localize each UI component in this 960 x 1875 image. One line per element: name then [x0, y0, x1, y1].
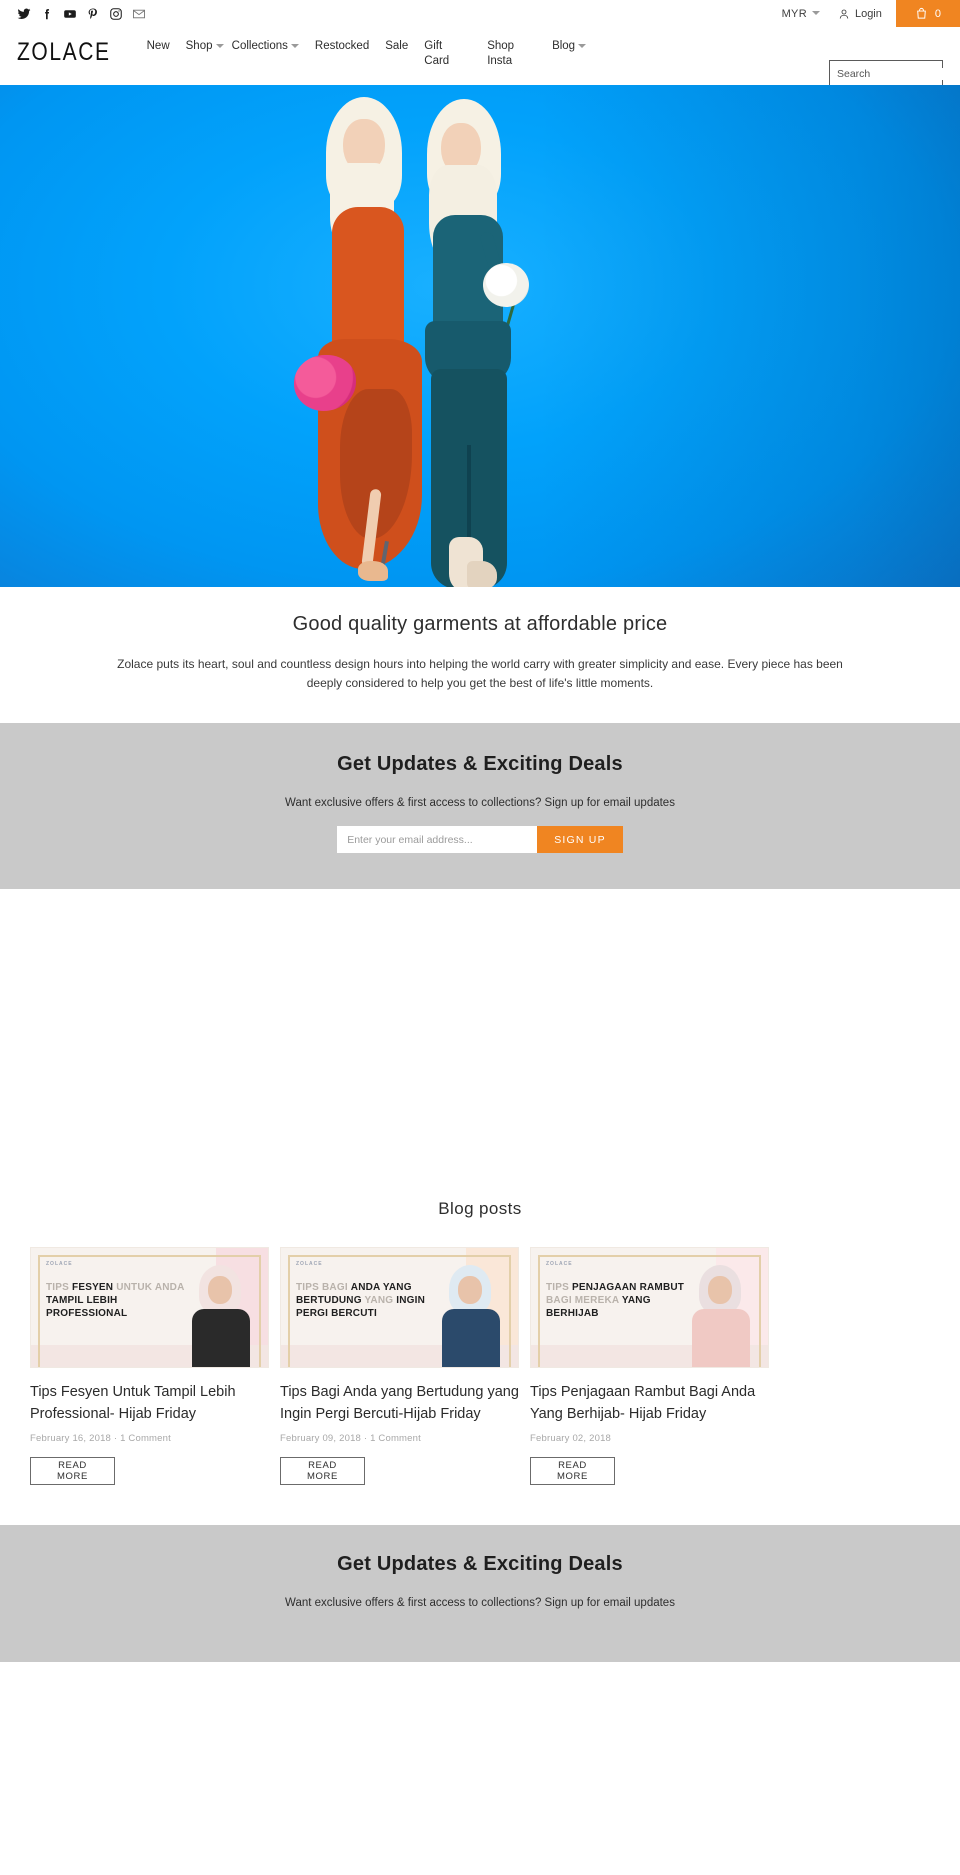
nav-label: Collections: [231, 40, 288, 52]
top-bar-right: MYR Login 0: [770, 0, 960, 27]
cart-count: 0: [934, 7, 941, 20]
search-box[interactable]: [829, 60, 960, 87]
nav-item-restocked[interactable]: Restocked: [307, 39, 377, 69]
newsletter-title: Get Updates & Exciting Deals: [337, 1553, 623, 1575]
currency-label: MYR: [781, 7, 807, 20]
blog-card[interactable]: ZOLACE TIPS PENJAGAAN RAMBUT BAGI MEREKA…: [530, 1247, 769, 1485]
content-gap: [0, 889, 960, 1181]
blog-grid: ZOLACE TIPS FESYEN UNTUK ANDA TAMPIL LEB…: [0, 1247, 960, 1485]
hero-banner[interactable]: [0, 85, 960, 587]
main-navigation: New Shop Collections Restocked Sale Gift…: [139, 39, 590, 69]
nav-label: Restocked: [314, 40, 370, 52]
site-header: ZOLACE New Shop Collections Restocked Sa…: [0, 27, 960, 87]
blog-card[interactable]: ZOLACE TIPS BAGI ANDA YANG BERTUDUNG YAN…: [280, 1247, 519, 1485]
blog-post-meta: February 16, 2018 · 1 Comment: [30, 1433, 171, 1444]
facebook-icon[interactable]: [40, 7, 54, 21]
face-shape: [458, 1276, 482, 1304]
read-more-button[interactable]: READ MORE: [280, 1457, 365, 1485]
blog-post-title[interactable]: Tips Penjagaan Rambut Bagi Anda Yang Ber…: [530, 1381, 769, 1425]
outfit-shape: [692, 1309, 750, 1367]
blog-thumbnail[interactable]: ZOLACE TIPS PENJAGAAN RAMBUT BAGI MEREKA…: [530, 1247, 769, 1368]
thumb-brand: ZOLACE: [296, 1261, 323, 1267]
nav-item-shop-insta[interactable]: Shop Insta: [479, 39, 522, 69]
blog-post-meta: February 02, 2018: [530, 1433, 612, 1444]
cart-button[interactable]: 0: [895, 0, 960, 27]
thumb-brand: ZOLACE: [46, 1261, 73, 1267]
nav-item-collections[interactable]: Collections: [224, 39, 307, 69]
nav-item-blog[interactable]: Blog: [544, 39, 590, 69]
outfit-shape: [192, 1309, 250, 1367]
thumb-headline: TIPS FESYEN UNTUK ANDA TAMPIL LEBIH PROF…: [46, 1282, 185, 1319]
white-bouquet: [483, 263, 529, 307]
user-icon: [839, 9, 849, 19]
newsletter-section-bottom: Get Updates & Exciting Deals Want exclus…: [0, 1525, 960, 1662]
outfit-shape: [442, 1309, 500, 1367]
chevron-down-icon: [578, 44, 587, 49]
blog-thumbnail[interactable]: ZOLACE TIPS BAGI ANDA YANG BERTUDUNG YAN…: [280, 1247, 519, 1368]
chevron-down-icon: [290, 44, 299, 49]
social-links: [0, 0, 146, 27]
nav-label: Blog: [552, 40, 576, 52]
newsletter-email-input[interactable]: [337, 826, 538, 853]
cart-icon: [917, 7, 926, 19]
newsletter-signup-button[interactable]: SIGN UP: [537, 826, 623, 853]
instagram-icon[interactable]: [109, 7, 123, 21]
face-shape: [208, 1276, 232, 1304]
tagline-section: Good quality garments at affordable pric…: [0, 587, 960, 723]
blog-post-meta: February 09, 2018 · 1 Comment: [280, 1433, 421, 1444]
blog-card[interactable]: ZOLACE TIPS FESYEN UNTUK ANDA TAMPIL LEB…: [30, 1247, 269, 1485]
boot-shape-secondary: [467, 561, 497, 587]
newsletter-title: Get Updates & Exciting Deals: [337, 753, 623, 775]
nav-item-shop[interactable]: Shop: [178, 39, 224, 69]
nav-item-gift-card[interactable]: Gift Card: [416, 39, 457, 69]
login-label: Login: [854, 7, 882, 20]
newsletter-form: SIGN UP: [0, 826, 960, 853]
hero-gradient-shadow: [537, 85, 960, 587]
nav-label: Sale: [385, 40, 409, 52]
tagline-title: Good quality garments at affordable pric…: [292, 613, 668, 635]
tagline-body: Zolace puts its heart, soul and countles…: [117, 657, 843, 690]
pinterest-icon[interactable]: [86, 7, 100, 21]
hero-model-teal: [405, 95, 545, 587]
read-more-button[interactable]: READ MORE: [30, 1457, 115, 1485]
twitter-icon[interactable]: [17, 7, 31, 21]
thumb-brand: ZOLACE: [546, 1261, 573, 1267]
blog-post-title[interactable]: Tips Bagi Anda yang Bertudung yang Ingin…: [280, 1381, 519, 1425]
nav-item-sale[interactable]: Sale: [377, 39, 416, 69]
search-input[interactable]: [837, 67, 960, 80]
youtube-icon[interactable]: [63, 7, 77, 21]
currency-selector[interactable]: MYR: [770, 0, 832, 27]
newsletter-section-top: Get Updates & Exciting Deals Want exclus…: [0, 723, 960, 889]
login-link[interactable]: Login: [832, 0, 896, 27]
nav-label: Shop: [185, 40, 213, 52]
newsletter-subtitle: Want exclusive offers & first access to …: [285, 1597, 675, 1609]
nav-label: Shop Insta: [487, 40, 515, 67]
blog-post-title[interactable]: Tips Fesyen Untuk Tampil Lebih Professio…: [30, 1381, 269, 1425]
thumb-model: [440, 1263, 502, 1367]
nav-item-new[interactable]: New: [139, 39, 178, 69]
top-bar: MYR Login 0: [0, 0, 960, 27]
email-icon[interactable]: [132, 7, 146, 21]
thumb-headline: TIPS BAGI ANDA YANG BERTUDUNG YANG INGIN…: [296, 1282, 426, 1319]
nav-label: Gift Card: [424, 40, 450, 67]
chevron-down-icon: [811, 11, 820, 16]
thumb-headline: TIPS PENJAGAAN RAMBUT BAGI MEREKA YANG B…: [546, 1282, 685, 1319]
logo[interactable]: ZOLACE: [17, 39, 111, 67]
thumb-model: [190, 1263, 252, 1367]
blog-heading: Blog posts: [438, 1199, 522, 1218]
torso-shape: [332, 207, 404, 357]
shoe-shape: [358, 561, 388, 581]
read-more-button[interactable]: READ MORE: [530, 1457, 615, 1485]
thumb-model: [690, 1263, 752, 1367]
blog-section: Blog posts ZOLACE TIPS FESYEN UNTUK ANDA…: [0, 1181, 960, 1525]
nav-label: New: [146, 40, 170, 52]
face-shape: [708, 1276, 732, 1304]
newsletter-subtitle: Want exclusive offers & first access to …: [285, 797, 675, 809]
blog-thumbnail[interactable]: ZOLACE TIPS FESYEN UNTUK ANDA TAMPIL LEB…: [30, 1247, 269, 1368]
chevron-down-icon: [215, 44, 224, 49]
